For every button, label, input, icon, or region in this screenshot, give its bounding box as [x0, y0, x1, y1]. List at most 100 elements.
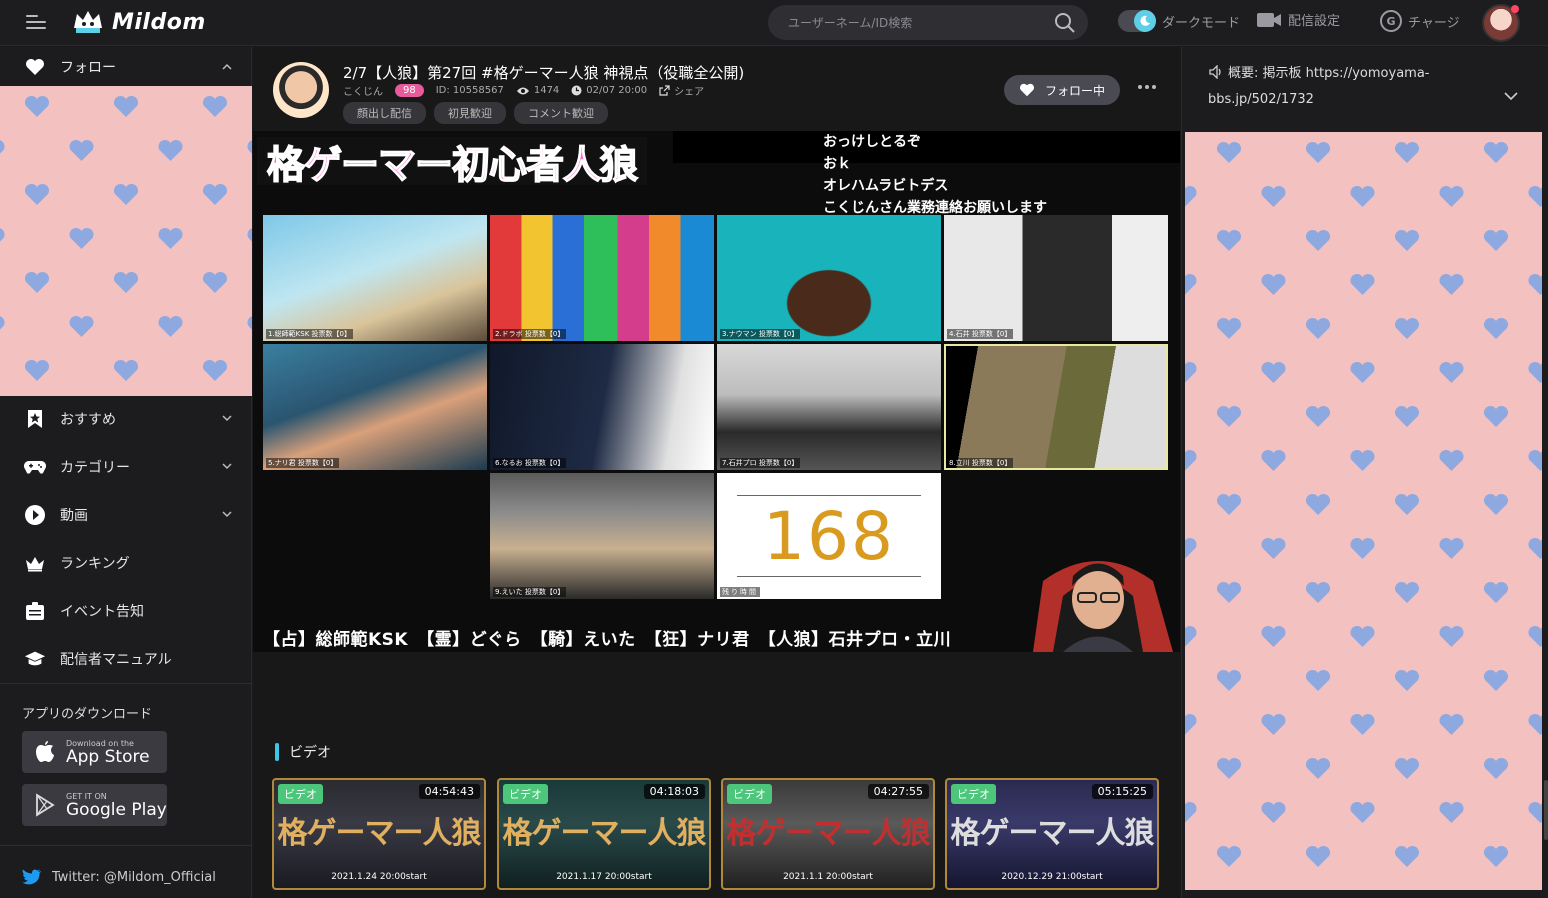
participant-tile: 6.なるお 投票数【0】: [490, 344, 714, 470]
search-input[interactable]: [788, 15, 1038, 30]
channel-avatar[interactable]: [273, 62, 329, 118]
heart-pattern-icon: [158, 315, 183, 337]
mildom-logo[interactable]: Mildom: [72, 8, 206, 36]
eye-icon: [516, 87, 529, 94]
heart-pattern-icon: [1394, 581, 1420, 603]
heart-pattern-icon: [1394, 229, 1420, 251]
sidebar-divider: [0, 683, 252, 684]
heart-pattern-icon: [24, 183, 50, 205]
participant-name: 3.ナウマン 投票数【0】: [720, 329, 801, 339]
google-play-button[interactable]: GET IT ON Google Play: [22, 784, 167, 826]
chevron-down-icon[interactable]: [222, 461, 232, 471]
heart-pattern-icon: [1439, 801, 1464, 823]
stream-settings-button[interactable]: 配信設定: [1256, 10, 1340, 29]
graduation-cap-icon: [24, 648, 46, 670]
sidebar-item-recommended[interactable]: おすすめ: [0, 397, 252, 441]
chevron-up-icon[interactable]: [222, 62, 232, 72]
viewer-count-value: 1474: [533, 85, 560, 96]
heart-pattern-icon: [1216, 493, 1242, 515]
heart-pattern-icon: [1305, 845, 1331, 867]
heart-pattern-icon: [1261, 273, 1286, 295]
heart-pattern-icon: [113, 95, 139, 117]
charge-button[interactable]: G チャージ: [1380, 10, 1460, 32]
heart-pattern-icon: [1185, 625, 1197, 647]
heart-pattern-icon: [24, 359, 50, 381]
heart-pattern-icon: [1394, 141, 1420, 163]
heart-pattern-icon: [1305, 757, 1331, 779]
share-icon: [659, 85, 670, 96]
twitter-link[interactable]: Twitter: @Mildom_Official: [22, 869, 216, 885]
participant-name: 2.ドラボ 投票数【0】: [493, 329, 567, 339]
menu-icon[interactable]: [26, 14, 46, 30]
tag-chip[interactable]: 顔出し配信: [343, 102, 426, 124]
share-button[interactable]: シェア: [659, 83, 704, 98]
chevron-down-icon[interactable]: [222, 413, 232, 423]
heart-pattern-icon: [1483, 757, 1509, 779]
heart-pattern-icon: [1439, 361, 1464, 383]
video-badge: ビデオ: [503, 784, 548, 804]
event-card-icon: [24, 600, 46, 622]
video-card[interactable]: ビデオ 05:15:25 格ゲーマー人狼 2020.12.29 21:00sta…: [945, 778, 1159, 890]
top-header: Mildom ダークモード 配信設定: [0, 0, 1548, 46]
sidebar-item-category[interactable]: カテゴリー: [0, 445, 252, 489]
follow-list-background: [0, 86, 252, 396]
video-card[interactable]: ビデオ 04:54:43 格ゲーマー人狼 2021.1.24 20:00star…: [272, 778, 486, 890]
panel-background: [1185, 132, 1542, 890]
heart-pattern-icon: [202, 95, 228, 117]
search-bar: [768, 5, 1088, 40]
heart-pattern-icon: [1261, 449, 1286, 471]
stream-banner: 格ゲーマー初心者人狼: [257, 137, 648, 187]
heart-pattern-icon: [1439, 273, 1464, 295]
camera-icon: [1257, 12, 1281, 27]
charge-label: チャージ: [1408, 15, 1460, 31]
heart-pattern-icon: [1483, 405, 1509, 427]
heart-pattern-icon: [1528, 273, 1542, 295]
description-notice: 概要: 掲示板 https://yomoyama-bbs.jp/502/1732: [1208, 61, 1528, 113]
sidebar-item-manual[interactable]: 配信者マニュアル: [0, 637, 252, 681]
dark-mode-label: ダークモード: [1162, 15, 1241, 31]
stream-title: 2/7【人狼】第27回 #格ゲーマー人狼 神視点（役職全公開): [343, 64, 745, 82]
scrollbar[interactable]: [1544, 780, 1548, 840]
stream-settings-label: 配信設定: [1288, 14, 1341, 29]
toggle-switch[interactable]: [1118, 10, 1156, 32]
user-avatar[interactable]: [1482, 4, 1520, 42]
timer-rule: [737, 576, 921, 577]
participant-name: 9.えいた 投票数【0】: [493, 587, 567, 597]
participant-name: 4.石井 投票数【0】: [947, 329, 1014, 339]
heart-pattern-icon: [1216, 317, 1242, 339]
chevron-down-icon[interactable]: [222, 509, 232, 519]
sidebar-item-label: おすすめ: [60, 412, 116, 428]
more-options-icon[interactable]: [1135, 75, 1159, 99]
participant-tile: 3.ナウマン 投票数【0】: [717, 215, 941, 341]
chat-line: おｋ: [823, 156, 851, 172]
channel-name[interactable]: こくじん: [343, 83, 383, 98]
chevron-down-icon[interactable]: [1504, 91, 1518, 101]
app-store-button[interactable]: Download on the App Store: [22, 731, 167, 773]
heart-pattern-icon: [247, 140, 252, 154]
notification-dot: [1511, 5, 1519, 13]
heart-pattern-icon: [69, 139, 94, 161]
tag-chip[interactable]: 初見歓迎: [434, 102, 506, 124]
twitter-handle: Twitter: @Mildom_Official: [52, 869, 216, 885]
heart-pattern-icon: [247, 228, 252, 242]
heart-pattern-icon: [1483, 669, 1509, 691]
video-thumb-date: 2021.1.1 20:00start: [783, 872, 873, 882]
stream-meta: こくじん 98 ID: 10558567 1474 02/07 20:00 シェ…: [343, 83, 704, 98]
heart-pattern-icon: [0, 316, 5, 330]
video-player[interactable]: 格ゲーマー初心者人狼 おっけしとるぞ おｋ オレハムラビトデス こくじんさん業務…: [253, 131, 1180, 652]
video-card[interactable]: ビデオ 04:27:55 格ゲーマー人狼 2021.1.1 20:00start: [721, 778, 935, 890]
heart-pattern-icon: [1483, 317, 1509, 339]
dark-mode-toggle[interactable]: ダークモード: [1118, 10, 1240, 32]
tag-chip[interactable]: コメント歓迎: [514, 102, 608, 124]
sidebar-item-videos[interactable]: 動画: [0, 493, 252, 537]
search-icon[interactable]: [1054, 12, 1076, 34]
video-card[interactable]: ビデオ 04:18:03 格ゲーマー人狼 2021.1.17 20:00star…: [497, 778, 711, 890]
heart-pattern-icon: [1261, 801, 1286, 823]
sidebar-item-follow[interactable]: フォロー: [0, 47, 252, 86]
role-reveal-text: 【占】総師範KSK 【霊】どぐら 【騎】えいた 【狂】ナリ君 【人狼】石井プロ・…: [263, 630, 952, 650]
heart-pattern-icon: [113, 271, 139, 293]
sidebar-item-ranking[interactable]: ランキング: [0, 541, 252, 585]
sidebar-item-events[interactable]: イベント告知: [0, 589, 252, 633]
heart-pattern-icon: [202, 359, 228, 381]
follow-button[interactable]: フォロー中: [1004, 75, 1120, 105]
